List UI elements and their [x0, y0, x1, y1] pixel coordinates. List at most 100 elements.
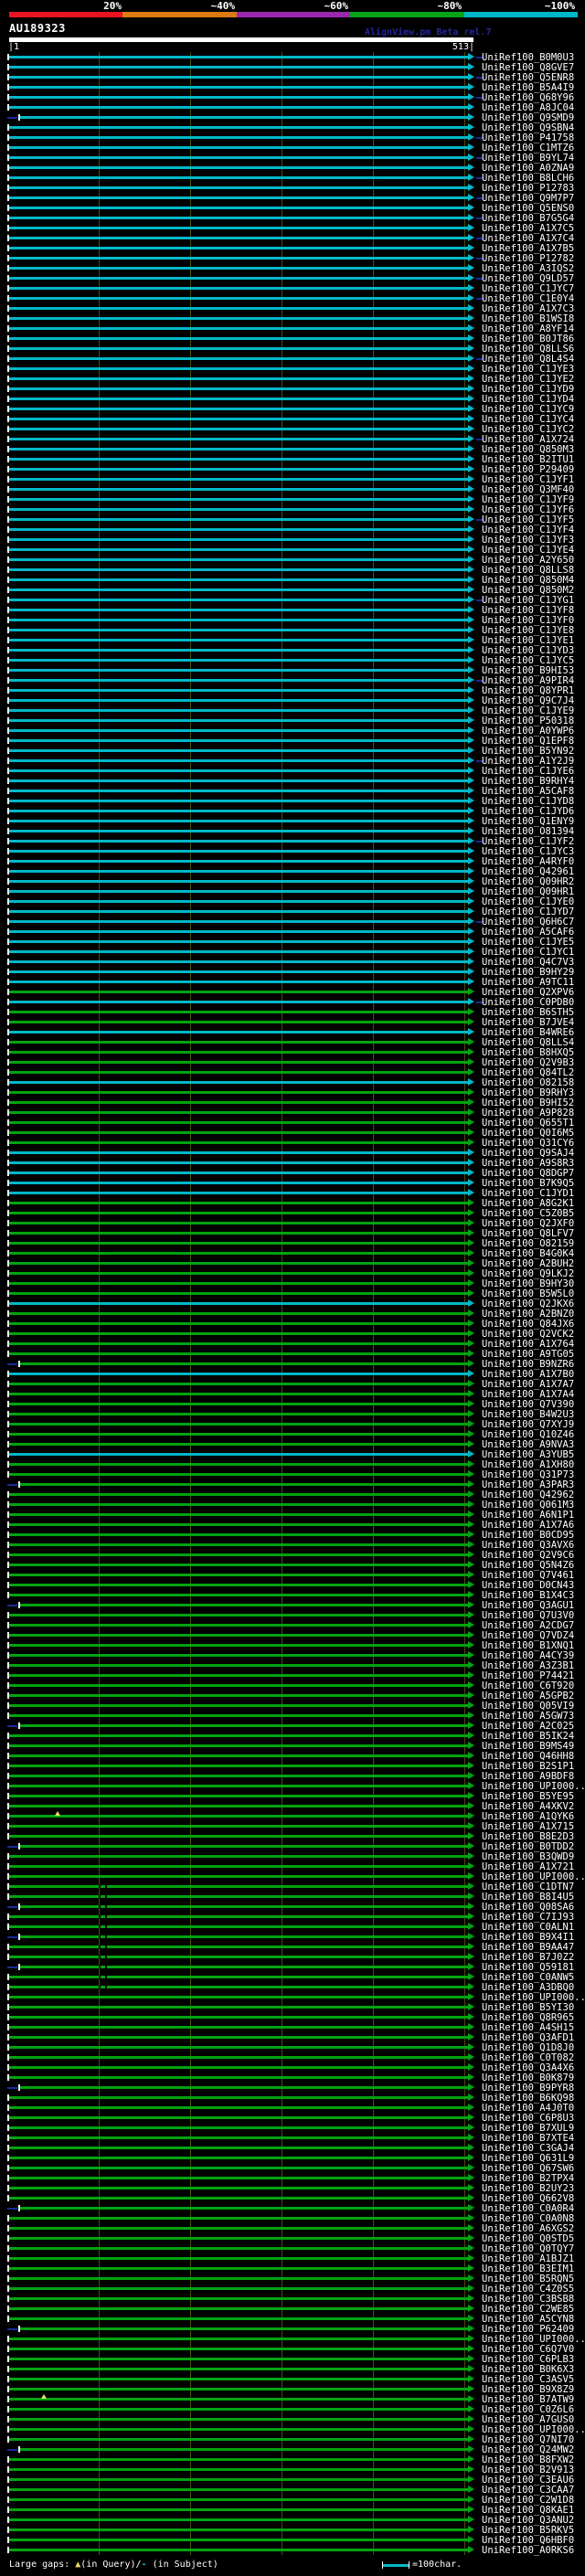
alignment-arrowhead-icon	[468, 978, 474, 985]
hit-row: UniRef100_A5GPB2	[0, 1691, 585, 1701]
alignment-arrowhead-icon	[468, 1973, 474, 1980]
hit-row: UniRef100_A9BDF8	[0, 1771, 585, 1781]
alignment-bar	[9, 649, 468, 652]
alignment-arrowhead-icon	[468, 1792, 474, 1799]
hit-label: UniRef100_C1JYF6	[482, 504, 575, 515]
alignment-arrowhead-icon	[468, 1983, 474, 1990]
alignment-bar	[9, 940, 468, 943]
alignment-bar	[20, 2327, 468, 2330]
hit-row: UniRef100_Q7V461	[0, 1570, 585, 1580]
alignment-bar	[9, 1533, 468, 1536]
hit-row: UniRef100_Q2JKX6	[0, 1299, 585, 1309]
alignment-arrowhead-icon	[468, 214, 474, 221]
hit-label: UniRef100_A1X715	[482, 1821, 575, 1832]
alignment-bar	[9, 297, 468, 300]
hit-label: UniRef100_Q6HBF0	[482, 2535, 575, 2546]
hit-label: UniRef100_C3ASV5	[482, 2374, 575, 2385]
alignment-bar	[9, 267, 468, 270]
alignment-bar	[9, 2247, 468, 2250]
alignment-arrowhead-icon	[468, 314, 474, 322]
hit-row: UniRef100_Q5ENS0	[0, 203, 585, 213]
hit-row: UniRef100_C1JYD3	[0, 645, 585, 655]
hit-label: UniRef100_B8FXW2	[482, 2454, 575, 2465]
alignment-arrowhead-icon	[468, 2295, 474, 2302]
hit-row: UniRef100_Q59181	[0, 1962, 585, 1972]
hit-row: UniRef100_Q655T1	[0, 1118, 585, 1128]
alignment-arrowhead-icon	[468, 928, 474, 935]
hit-row: UniRef100_B7G5G4	[0, 213, 585, 223]
alignment-arrowhead-icon	[468, 515, 474, 523]
hit-label: UniRef100_C0A0R4	[482, 2203, 575, 2214]
hit-row: UniRef100_P74421	[0, 1670, 585, 1680]
hit-row: UniRef100_Q8LFV7	[0, 1228, 585, 1238]
hit-label: UniRef100_Q5ENS0	[482, 203, 575, 214]
hit-row: UniRef100_C1JYF8	[0, 605, 585, 615]
hit-label: UniRef100_B7ATW9	[482, 2394, 575, 2405]
hit-label: UniRef100_B5RQN5	[482, 2274, 575, 2284]
hit-label: UniRef100_Q08SA6	[482, 1902, 575, 1913]
hit-label: UniRef100_C1JYE4	[482, 545, 575, 556]
alignment-bar	[9, 56, 468, 58]
alignment-arrowhead-icon	[468, 777, 474, 784]
hit-label: UniRef100_Q84JX6	[482, 1319, 575, 1330]
alignment-arrowhead-icon	[468, 495, 474, 503]
hit-row: UniRef100_Q2V9C6	[0, 1550, 585, 1560]
hit-row: UniRef100_Q8LLS4	[0, 1037, 585, 1047]
alignment-bar	[9, 428, 468, 430]
subject-lead-dash	[7, 2449, 17, 2451]
alignment-arrowhead-icon	[468, 1782, 474, 1789]
alignment-arrowhead-icon	[468, 83, 474, 90]
alignment-arrowhead-icon	[468, 2134, 474, 2141]
hit-label: UniRef100_B7JVE4	[482, 1017, 575, 1028]
alignment-arrowhead-icon	[468, 164, 474, 171]
alignment-bar	[9, 699, 468, 702]
alignment-arrowhead-icon	[468, 2506, 474, 2513]
alignment-arrowhead-icon	[468, 194, 474, 201]
hit-label: UniRef100_B9MS49	[482, 1741, 575, 1752]
alignment-arrowhead-icon	[468, 1913, 474, 1920]
hit-label: UniRef100_C1JYE1	[482, 635, 575, 646]
hit-row: UniRef100_C1JYF5	[0, 514, 585, 525]
alignment-arrowhead-icon	[468, 1511, 474, 1518]
hit-label: UniRef100_P41758	[482, 133, 575, 143]
hit-label: UniRef100_C1JYF1	[482, 474, 575, 485]
gap-notch	[105, 1895, 107, 1898]
hit-row: UniRef100_Q1EPF8	[0, 736, 585, 746]
alignment-arrowhead-icon	[468, 455, 474, 462]
hit-label: UniRef100_Q9LKJ2	[482, 1268, 575, 1279]
identity-scale-label: ~60%	[324, 0, 349, 12]
alignment-bar	[9, 1775, 468, 1777]
hit-label: UniRef100_C0ANW5	[482, 1972, 575, 1983]
hit-label: UniRef100_A2BNZ0	[482, 1309, 575, 1320]
hit-label: UniRef100_C6PLB3	[482, 2354, 575, 2365]
alignment-arrowhead-icon	[468, 646, 474, 653]
hit-row: UniRef100_UPI000..	[0, 2334, 585, 2344]
alignment-bar	[9, 2227, 468, 2230]
hit-row: UniRef100_B9X8Z9	[0, 2384, 585, 2394]
hit-label: UniRef100_A1QYK6	[482, 1811, 575, 1822]
query-name: AU189323	[9, 22, 66, 35]
alignment-arrowhead-icon	[468, 224, 474, 231]
alignment-arrowhead-icon	[468, 1772, 474, 1779]
alignment-bar	[9, 689, 468, 692]
hit-label: UniRef100_Q8R965	[482, 2012, 575, 2023]
large-gaps-label: Large gaps:	[9, 2560, 76, 2570]
hit-label: UniRef100_A1X7A4	[482, 1389, 575, 1400]
hit-label: UniRef100_A8YF14	[482, 323, 575, 334]
hit-row: UniRef100_C1JYF2	[0, 836, 585, 846]
alignment-bar	[9, 277, 468, 280]
hit-row: UniRef100_Q4C7V3	[0, 957, 585, 967]
alignment-arrowhead-icon	[468, 2244, 474, 2252]
alignment-arrowhead-icon	[468, 1531, 474, 1538]
gap-notch	[105, 1945, 107, 1948]
alignment-arrowhead-icon	[468, 1229, 474, 1236]
hit-label: UniRef100_C1JYC5	[482, 655, 575, 666]
query-gap-text: (in Query)/	[80, 2560, 142, 2570]
hit-label: UniRef100_C0ALN1	[482, 1922, 575, 1933]
hit-label: UniRef100_P12782	[482, 253, 575, 264]
alignment-arrowhead-icon	[468, 2486, 474, 2493]
alignment-bar	[9, 1684, 468, 1687]
alignment-arrowhead-icon	[468, 2114, 474, 2121]
alignment-arrowhead-icon	[468, 566, 474, 573]
alignment-arrowhead-icon	[468, 2445, 474, 2453]
